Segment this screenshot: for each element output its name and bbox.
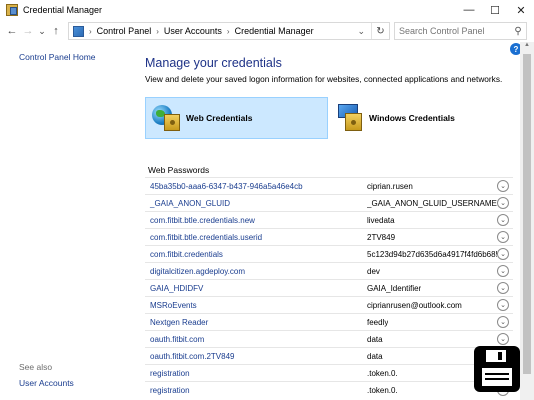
credential-username: ciprianrusen@outlook.com xyxy=(367,300,462,310)
list-item[interactable]: GAIA_HDIDFV GAIA_Identifier ⌄ xyxy=(145,279,513,296)
floppy-disk-icon xyxy=(474,346,520,392)
expand-chevron-icon[interactable]: ⌄ xyxy=(497,180,509,192)
credential-username: ciprian.rusen xyxy=(367,181,413,191)
credential-name[interactable]: digitalcitizen.agdeploy.com xyxy=(150,267,245,276)
search-box[interactable]: ⚲ xyxy=(394,22,527,40)
list-item[interactable]: com.fitbit.btle.credentials.new livedata ⌄ xyxy=(145,211,513,228)
address-bar: ← → ⌄ ↑ › Control Panel › User Accounts … xyxy=(0,20,534,42)
breadcrumb-credential-manager[interactable]: Credential Manager xyxy=(235,26,314,36)
expand-chevron-icon[interactable]: ⌄ xyxy=(497,265,509,277)
expand-chevron-icon[interactable]: ⌄ xyxy=(497,248,509,260)
address-dropdown-icon[interactable]: ⌄ xyxy=(357,26,365,37)
credential-name[interactable]: com.fitbit.btle.credentials.userid xyxy=(150,233,262,242)
credential-name[interactable]: oauth.fitbit.com.2TV849 xyxy=(150,352,235,361)
scroll-up-icon[interactable]: ▲ xyxy=(520,42,534,52)
credential-username: GAIA_Identifier xyxy=(367,283,422,293)
credential-username: .token.0. xyxy=(367,368,398,378)
credential-name[interactable]: oauth.fitbit.com xyxy=(150,335,204,344)
list-item[interactable]: com.fitbit.credentials 5c123d94b27d635d6a… xyxy=(145,245,513,262)
minimize-button[interactable]: — xyxy=(456,0,482,20)
recent-locations-chevron-icon[interactable]: ⌄ xyxy=(36,22,48,40)
breadcrumb-user-accounts[interactable]: User Accounts xyxy=(164,26,222,36)
expand-chevron-icon[interactable]: ⌄ xyxy=(497,231,509,243)
title-bar: Credential Manager — ☐ ✕ xyxy=(0,0,534,20)
expand-chevron-icon[interactable]: ⌄ xyxy=(497,299,509,311)
maximize-button[interactable]: ☐ xyxy=(482,0,508,20)
expand-chevron-icon[interactable]: ⌄ xyxy=(497,316,509,328)
expand-chevron-icon[interactable]: ⌄ xyxy=(497,333,509,345)
list-item[interactable]: registration.token.0.⌄ xyxy=(145,364,513,381)
credential-name[interactable]: 45ba35b0-aaa6-6347-b437-946a5a46e4cb xyxy=(150,182,303,191)
credential-name[interactable]: MSRoEvents xyxy=(150,301,197,310)
tab-web-credentials[interactable]: Web Credentials xyxy=(145,97,328,139)
credential-name[interactable]: Nextgen Reader xyxy=(150,318,208,327)
scrollbar-thumb[interactable] xyxy=(523,54,531,374)
credential-username: .token.0. xyxy=(367,385,398,395)
expand-chevron-icon[interactable]: ⌄ xyxy=(497,214,509,226)
credential-username: 5c123d94b27d635d6a4917f4fd6b6858 xyxy=(367,249,497,259)
control-panel-icon xyxy=(73,25,84,37)
web-passwords-heading: Web Passwords xyxy=(148,165,210,175)
web-credentials-icon xyxy=(152,103,182,133)
control-panel-home-link[interactable]: Control Panel Home xyxy=(19,52,96,62)
credential-username: 2TV849 xyxy=(367,232,396,242)
list-item[interactable]: com.fitbit.btle.credentials.userid 2TV849… xyxy=(145,228,513,245)
list-item[interactable]: Nextgen Reader feedly ⌄ xyxy=(145,313,513,330)
see-also-heading: See also xyxy=(19,362,53,372)
close-button[interactable]: ✕ xyxy=(508,0,534,20)
window-title: Credential Manager xyxy=(23,5,103,15)
list-item[interactable]: digitalcitizen.agdeploy.com dev ⌄ xyxy=(145,262,513,279)
credential-name[interactable]: com.fitbit.btle.credentials.new xyxy=(150,216,255,225)
page-title: Manage your credentials xyxy=(145,56,282,70)
search-icon[interactable]: ⚲ xyxy=(511,26,525,37)
user-accounts-link[interactable]: User Accounts xyxy=(19,378,74,388)
breadcrumb[interactable]: › Control Panel › User Accounts › Creden… xyxy=(68,22,390,40)
expand-chevron-icon[interactable]: ⌄ xyxy=(497,197,509,209)
search-input[interactable] xyxy=(399,26,511,36)
tab-windows-credentials-label: Windows Credentials xyxy=(369,113,455,123)
credential-username: dev xyxy=(367,266,380,276)
credential-name[interactable]: _GAIA_ANON_GLUID xyxy=(150,199,230,208)
tab-web-credentials-label: Web Credentials xyxy=(186,113,253,123)
list-item[interactable]: MSRoEvents ciprianrusen@outlook.com ⌄ xyxy=(145,296,513,313)
credential-manager-icon xyxy=(6,4,18,16)
breadcrumb-control-panel[interactable]: Control Panel xyxy=(97,26,152,36)
chevron-right-icon[interactable]: › xyxy=(89,27,92,36)
credential-name[interactable]: registration xyxy=(150,386,190,395)
back-arrow-icon[interactable]: ← xyxy=(4,22,20,40)
expand-chevron-icon[interactable]: ⌄ xyxy=(497,282,509,294)
tab-windows-credentials[interactable]: Windows Credentials xyxy=(335,97,495,139)
forward-arrow-icon[interactable]: → xyxy=(20,22,36,40)
list-item[interactable]: oauth.fitbit.com data ⌄ xyxy=(145,330,513,347)
credentials-list: 45ba35b0-aaa6-6347-b437-946a5a46e4cb cipr… xyxy=(145,177,513,398)
list-item[interactable]: _GAIA_ANON_GLUID _GAIA_ANON_GLUID_USERNAM… xyxy=(145,194,513,211)
credential-username: data xyxy=(367,334,383,344)
left-navigation-pane: Control Panel Home See also User Account… xyxy=(0,42,140,400)
page-description: View and delete your saved logon informa… xyxy=(145,74,503,84)
chevron-right-icon[interactable]: › xyxy=(227,27,230,36)
credential-name[interactable]: registration xyxy=(150,369,190,378)
credential-username: livedata xyxy=(367,215,395,225)
list-item[interactable]: registration.token.0.⌄ xyxy=(145,381,513,398)
window-controls: — ☐ ✕ xyxy=(456,0,534,20)
list-item[interactable]: 45ba35b0-aaa6-6347-b437-946a5a46e4cb cipr… xyxy=(145,177,513,194)
credential-name[interactable]: GAIA_HDIDFV xyxy=(150,284,203,293)
credential-username: _GAIA_ANON_GLUID_USERNAME xyxy=(367,198,497,208)
main-content: Manage your credentials View and delete … xyxy=(140,42,520,400)
windows-credentials-icon xyxy=(335,103,365,133)
credential-name[interactable]: com.fitbit.credentials xyxy=(150,250,223,259)
scrollbar[interactable]: ▲ xyxy=(520,42,534,400)
credential-username: data xyxy=(367,351,383,361)
chevron-right-icon[interactable]: › xyxy=(156,27,159,36)
refresh-icon[interactable]: ↻ xyxy=(371,23,389,39)
up-arrow-icon[interactable]: ↑ xyxy=(48,22,64,40)
list-item[interactable]: oauth.fitbit.com.2TV849data⌄ xyxy=(145,347,513,364)
credential-username: feedly xyxy=(367,317,389,327)
